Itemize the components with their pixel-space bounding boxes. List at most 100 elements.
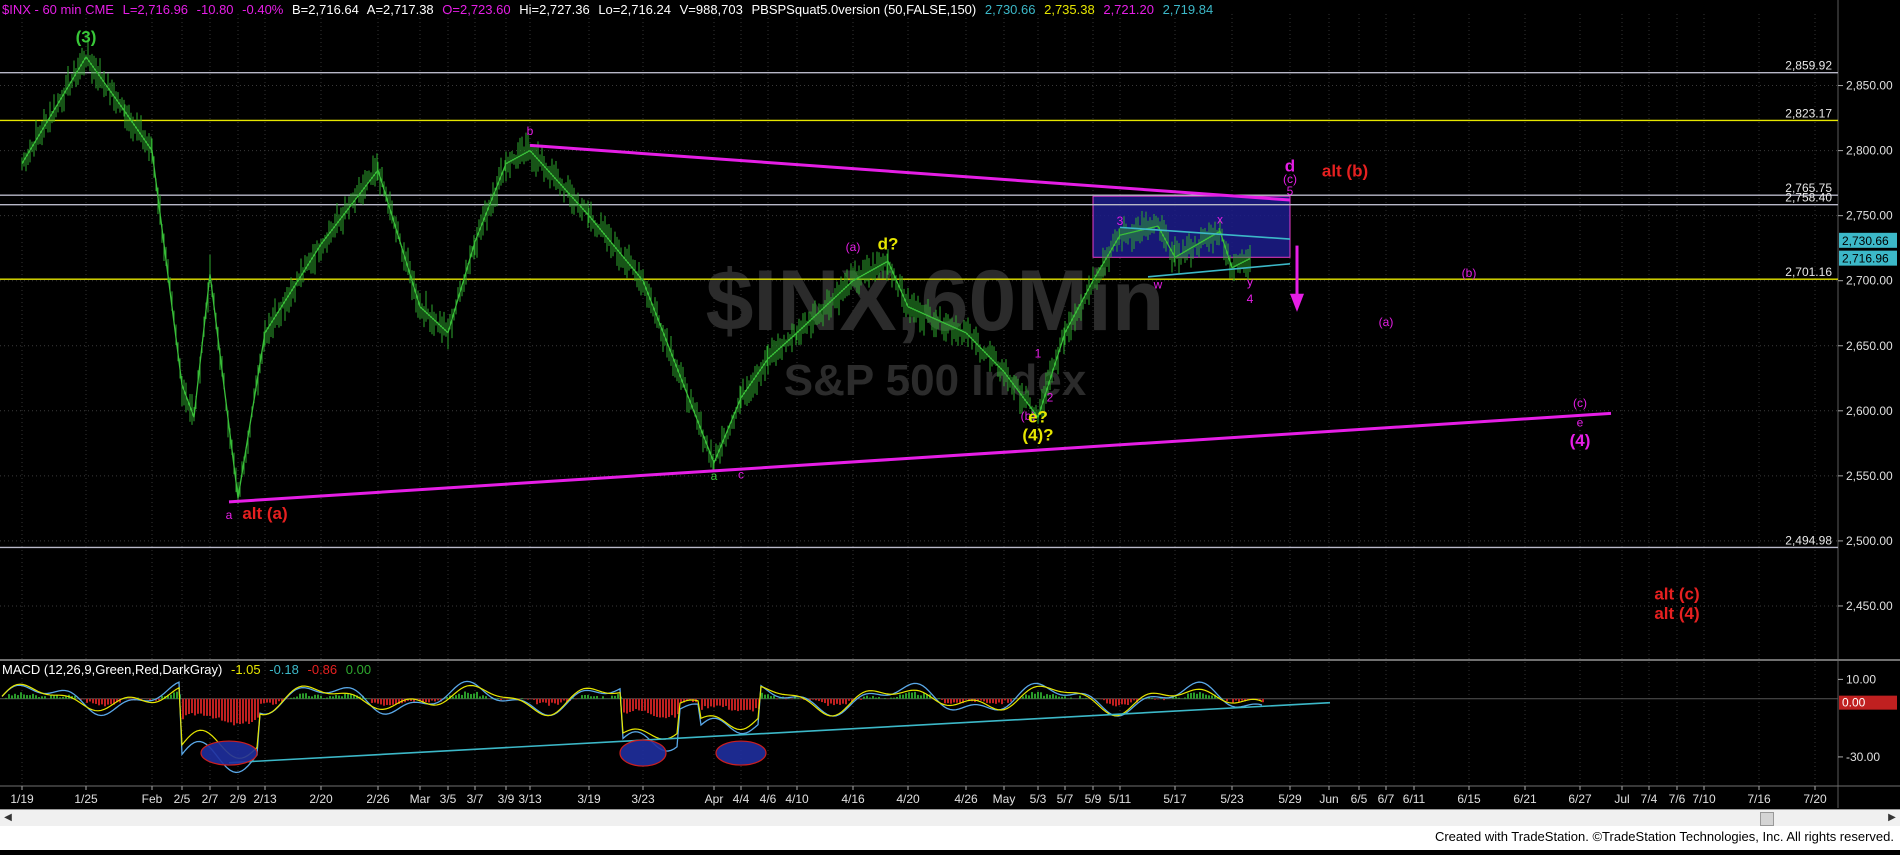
macd-bar — [1040, 692, 1042, 698]
macd-bar — [836, 699, 838, 704]
macd-bar — [614, 696, 616, 699]
date-tick-label-20: 4/16 — [841, 792, 865, 806]
macd-bar — [617, 694, 619, 699]
macd-bar — [1127, 699, 1129, 705]
macd-bar — [245, 699, 247, 722]
macd-bar — [890, 698, 892, 699]
scroll-thumb[interactable] — [1760, 812, 1774, 826]
date-tick-label-5: 2/9 — [230, 792, 247, 806]
price-tick-label-8: 2,450.00 — [1846, 599, 1893, 613]
macd-bar — [662, 699, 664, 718]
macd-bar — [11, 695, 13, 698]
macd-ellipse-2 — [716, 741, 766, 765]
wave-label-5: c — [738, 467, 744, 481]
macd-bar — [149, 699, 151, 700]
wave-label-4: a — [711, 469, 718, 483]
macd-bar — [218, 699, 220, 718]
macd-bar — [224, 699, 226, 722]
date-tick-label-42: 7/16 — [1747, 792, 1771, 806]
macd-bar — [581, 695, 583, 699]
macd-bar — [737, 699, 739, 711]
horizontal-scrollbar[interactable]: ◀ ▶ — [0, 809, 1900, 826]
macd-bar — [719, 699, 721, 706]
macd-bar — [506, 699, 508, 700]
macd-bar — [176, 692, 178, 699]
macd-bar — [65, 697, 67, 699]
wave-label-6: (a) — [846, 240, 861, 254]
macd-bar — [341, 696, 343, 698]
date-tick-label-1: 1/25 — [74, 792, 98, 806]
macd-bar — [551, 699, 553, 703]
date-tick-label-33: 6/7 — [1378, 792, 1395, 806]
study-value-1: 2,730.66 — [985, 2, 1036, 17]
macd-bar — [950, 699, 952, 704]
date-tick-label-7: 2/20 — [309, 792, 333, 806]
wave-label-15: x — [1217, 212, 1223, 226]
macd-bar — [644, 699, 646, 711]
macd-bar — [1178, 698, 1180, 699]
macd-bar — [536, 699, 538, 704]
macd-bar — [338, 696, 340, 699]
macd-bar — [92, 699, 94, 704]
macd-bar — [299, 694, 301, 699]
macd-bar — [668, 699, 670, 717]
date-tick-label-18: 4/6 — [760, 792, 777, 806]
macd-bar — [713, 699, 715, 708]
macd-bar — [1070, 698, 1072, 699]
wave-label-14: w — [1153, 278, 1163, 292]
macd-bar — [860, 699, 862, 700]
macd-bar — [215, 699, 217, 718]
macd-bar — [320, 696, 322, 699]
macd-bar — [476, 692, 478, 699]
macd-bar — [98, 699, 100, 706]
macd-bar — [995, 699, 997, 704]
macd-bar — [1118, 699, 1120, 705]
macd-bar — [545, 699, 547, 703]
level-label-0: 2,859.92 — [1785, 59, 1832, 73]
macd-bar — [560, 699, 562, 703]
date-tick-label-12: 3/9 — [498, 792, 515, 806]
macd-value-1: -1.05 — [231, 662, 261, 677]
wave-label-17: 4 — [1247, 292, 1254, 306]
scroll-right-icon[interactable]: ▶ — [1884, 810, 1900, 826]
wave-label-8: 1 — [1035, 346, 1042, 360]
date-tick-label-15: 3/23 — [631, 792, 655, 806]
date-tick-label-17: 4/4 — [733, 792, 750, 806]
level-label-4: 2,701.16 — [1785, 265, 1832, 279]
macd-bar — [425, 699, 427, 702]
macd-bar — [797, 698, 799, 699]
macd-bar — [263, 699, 265, 704]
scroll-left-icon[interactable]: ◀ — [0, 810, 16, 826]
macd-bar — [371, 699, 373, 703]
macd-bar — [740, 699, 742, 710]
macd-bar — [239, 699, 241, 724]
macd-bar — [452, 697, 454, 699]
macd-bar — [41, 696, 43, 698]
macd-bar — [1109, 699, 1111, 704]
macd-bar — [533, 699, 535, 700]
macd-bar — [305, 693, 307, 699]
macd-bar — [884, 698, 886, 699]
macd-bar — [173, 692, 175, 698]
macd-bar — [1010, 699, 1012, 702]
macd-bar — [899, 695, 901, 699]
macd-bar — [1205, 695, 1207, 699]
macd-bar — [611, 696, 613, 699]
macd-bar — [905, 693, 907, 699]
macd-bar — [701, 699, 703, 710]
chart-header: $INX - 60 min CME L=2,716.96 -10.80 -0.4… — [2, 2, 1218, 17]
date-tick-label-29: 5/23 — [1220, 792, 1244, 806]
macd-bar — [938, 698, 940, 699]
macd-bar — [914, 692, 916, 699]
macd-header: MACD (12,26,9,Green,Red,DarkGray) -1.05 … — [2, 662, 376, 677]
macd-bar — [848, 699, 850, 701]
price-tick-label-4: 2,650.00 — [1846, 339, 1893, 353]
macd-bar — [1199, 692, 1201, 699]
level-label-3: 2,758.40 — [1785, 191, 1832, 205]
macd-bar — [32, 694, 34, 699]
macd-bar — [17, 695, 19, 699]
macd-bar — [257, 699, 259, 718]
macd-bar — [29, 695, 31, 699]
macd-bar — [818, 699, 820, 701]
macd-bar — [302, 693, 304, 698]
